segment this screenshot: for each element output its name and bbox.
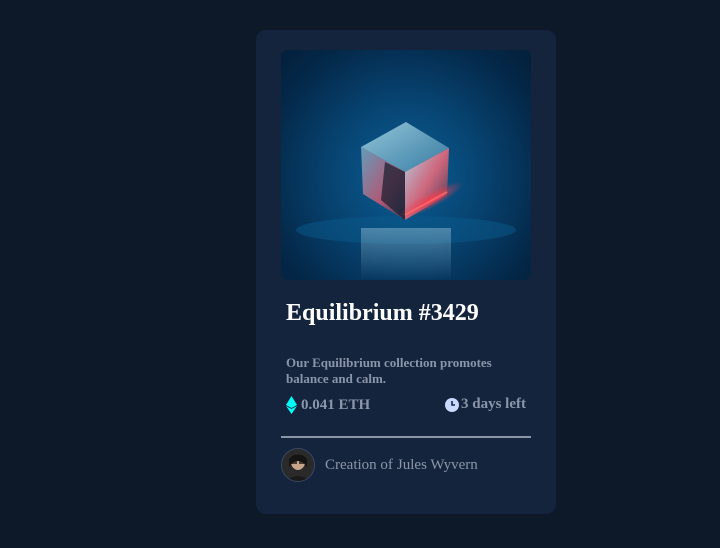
divider [281, 436, 531, 438]
nft-image[interactable] [281, 50, 531, 280]
nft-description: Our Equilibrium collection promotes bala… [286, 355, 492, 386]
cube-illustration [296, 122, 516, 280]
time-info: 3 days left [445, 396, 526, 413]
price-value: 0.041 ETH [301, 396, 371, 413]
time-left: 3 days left [461, 396, 526, 412]
nft-card: Equilibrium #3429 Our Equilibrium collec… [256, 30, 556, 514]
ethereum-icon [286, 396, 297, 414]
avatar [281, 448, 315, 482]
creator-prefix: Creation of [325, 456, 393, 473]
clock-icon [445, 397, 459, 412]
price-info: 0.041 ETH [286, 396, 370, 414]
nft-title[interactable]: Equilibrium #3429 [286, 300, 479, 327]
creator-name[interactable]: Jules Wyvern [397, 457, 478, 474]
creator-info: Creation of Jules Wyvern [281, 448, 478, 482]
